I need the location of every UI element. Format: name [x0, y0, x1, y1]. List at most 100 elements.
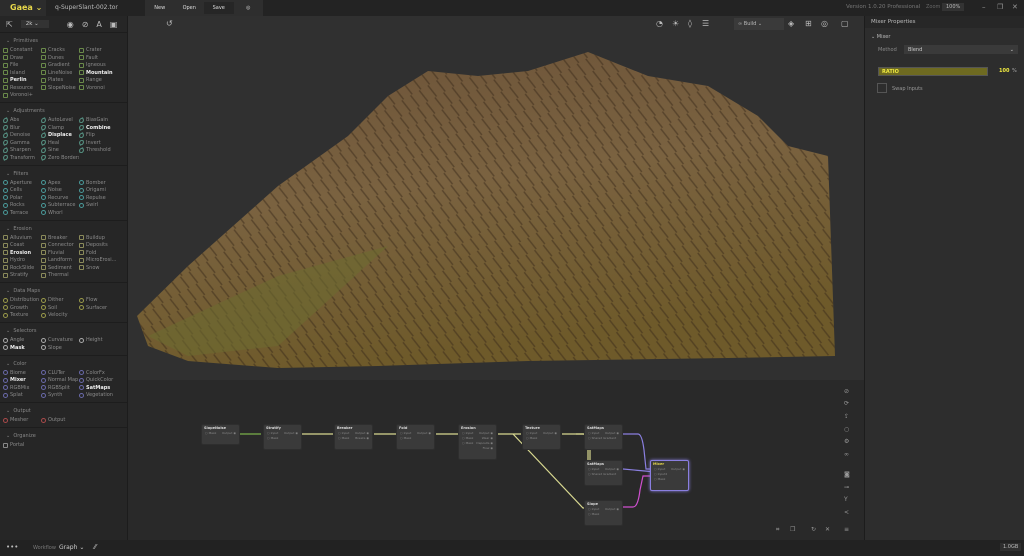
node-item[interactable]: Gradient — [41, 62, 79, 68]
close-icon[interactable]: ✕ — [1012, 3, 1018, 11]
node-item[interactable]: Rocks — [3, 202, 41, 208]
link-icon[interactable]: ∞ — [844, 451, 849, 458]
input-port[interactable]: ○ Mask — [526, 436, 537, 441]
node-item[interactable]: Landform — [41, 257, 79, 263]
node-item[interactable]: Voronoi+ — [3, 92, 41, 98]
node-item[interactable]: SlopeNoise — [41, 85, 79, 91]
node-item[interactable]: Thermal — [41, 272, 79, 278]
output-port[interactable]: Output ◉ — [543, 431, 557, 436]
node-item[interactable]: Splat — [3, 392, 41, 398]
node-item[interactable]: Blur — [3, 124, 41, 131]
node-item[interactable]: RGBMix — [3, 385, 41, 391]
section-header[interactable]: ⌄ Organize — [0, 431, 127, 442]
gear-icon[interactable]: ⚙ — [844, 438, 849, 445]
section-header[interactable]: ⌄ Primitives — [0, 36, 127, 47]
node-item[interactable]: Perlin — [3, 77, 41, 83]
eye-icon[interactable]: ◉ — [67, 20, 74, 29]
fit-view-icon[interactable]: ⌗ — [776, 526, 779, 534]
node-item[interactable]: Deposits — [79, 242, 123, 248]
node-item[interactable]: Mask — [3, 345, 41, 351]
node-item[interactable]: Voronoi — [79, 85, 123, 91]
graph-node-mixer[interactable]: Mixer ○ Input Output ◉ ○ Input2 ○ Mask — [650, 460, 689, 491]
copy-icon[interactable]: ❐ — [790, 526, 795, 533]
node-item[interactable]: Dunes — [41, 55, 79, 61]
grid-icon[interactable]: ⊞ — [805, 19, 812, 28]
layers-icon[interactable]: ☰ — [702, 19, 709, 28]
graph-node-erosion[interactable]: Erosion ○ Input Output ◉ ○ Mask Wear ◉ ○ Mask… — [458, 424, 497, 460]
node-item[interactable]: Curvature — [41, 337, 79, 343]
refresh-icon[interactable]: ⟳ — [844, 400, 849, 407]
sun-icon[interactable]: ☀ — [672, 19, 679, 28]
mixer-section-header[interactable]: ⌄ Mixer — [871, 34, 890, 40]
node-item[interactable]: Bomber — [79, 180, 123, 186]
frame-icon[interactable]: ▢ — [841, 19, 849, 28]
app-menu[interactable]: Gaea ⌄ — [0, 0, 46, 16]
node-item[interactable]: Sine — [41, 147, 79, 153]
code-icon[interactable]: ⁄⁄ — [94, 543, 96, 551]
section-header[interactable]: ⌄ Filters — [0, 169, 127, 180]
ratio-value[interactable]: 100 — [999, 68, 1009, 74]
node-item[interactable]: Vegetation — [79, 392, 123, 398]
graph-node-texture[interactable]: Texture ○ Input Output ◉ ○ Mask — [522, 424, 561, 450]
section-header[interactable]: ⌄ Data Maps — [0, 286, 127, 297]
input-port[interactable]: ○ Mask — [205, 431, 216, 436]
node-item[interactable]: Whorl — [41, 210, 79, 216]
graph-node-satmaps[interactable]: SatMaps ○ Input Output ◉ ○ Shared Gradient — [584, 460, 623, 486]
node-item[interactable]: Portal — [3, 442, 41, 448]
node-item[interactable]: Crater — [79, 47, 123, 53]
node-item[interactable]: Terrace — [3, 210, 41, 216]
graph-node-breaker[interactable]: Breaker ○ Input Output ◉ ○ Mask Breaks ◉ — [334, 424, 373, 450]
camera-icon[interactable]: ▣ — [110, 20, 118, 29]
node-item[interactable]: Texture — [3, 312, 41, 318]
node-item[interactable]: Slope — [41, 345, 79, 351]
node-item[interactable]: Displace — [41, 132, 79, 138]
node-item[interactable]: Aperture — [3, 180, 41, 186]
output-port[interactable]: Output ◉ — [605, 507, 619, 512]
node-item[interactable]: Mountain — [79, 70, 123, 76]
node-item[interactable]: Fold — [79, 250, 123, 256]
more-icon[interactable]: ••• — [6, 543, 18, 551]
section-header[interactable]: ⌄ Erosion — [0, 224, 127, 235]
node-item[interactable]: Recurve — [41, 195, 79, 201]
target-icon[interactable]: ◎ — [821, 19, 828, 28]
node-item[interactable]: SatMaps — [79, 385, 123, 391]
section-header[interactable]: ⌄ Adjustments — [0, 106, 127, 117]
node-item[interactable]: Constant — [3, 47, 41, 53]
node-item[interactable]: Zero Borders — [41, 154, 79, 161]
node-item[interactable]: BiasGain — [79, 117, 123, 123]
reload-icon[interactable]: ↻ — [811, 526, 816, 533]
save-options-icon[interactable]: ◎ — [234, 5, 264, 11]
menu-icon[interactable]: ≡ — [844, 526, 849, 533]
output-port[interactable]: Breaks ◉ — [355, 436, 369, 441]
node-item[interactable]: Snow — [79, 265, 123, 271]
save-button[interactable]: Save — [204, 2, 234, 14]
node-item[interactable]: ColorFx — [79, 370, 123, 376]
node-item[interactable]: AutoLevel — [41, 117, 79, 123]
node-item[interactable]: Swirl — [79, 202, 123, 208]
node-item[interactable]: Plates — [41, 77, 79, 83]
compass-icon[interactable]: ⊘ — [82, 20, 89, 29]
node-item[interactable]: Resource — [3, 85, 41, 91]
node-item[interactable]: Synth — [41, 392, 79, 398]
build-button[interactable]: ∞ Build ⌄ — [734, 18, 784, 30]
node-item[interactable]: Soil — [41, 305, 79, 311]
input-port[interactable]: ○ Mask — [400, 436, 411, 441]
zoom-select[interactable]: 100% — [942, 3, 965, 11]
node-item[interactable]: Coast — [3, 242, 41, 248]
graph-node-satmaps[interactable]: SatMaps ○ Input Output ◉ ○ Shared Gradient — [584, 424, 623, 450]
section-header[interactable]: ⌄ Color — [0, 359, 127, 370]
node-item[interactable]: Origami — [79, 187, 123, 193]
open-button[interactable]: Open — [175, 5, 205, 11]
swap-inputs-checkbox[interactable] — [877, 83, 887, 93]
method-select[interactable]: Blend ⌄ — [904, 45, 1018, 54]
node-item[interactable]: Cracks — [41, 47, 79, 53]
workflow-select[interactable]: Graph ⌄ — [59, 544, 84, 551]
node-item[interactable]: Surfacer — [79, 305, 123, 311]
circle-icon[interactable]: ○ — [844, 426, 849, 433]
input-port[interactable]: ○ Mask — [588, 512, 599, 517]
input-port[interactable]: ○ Shared Gradient — [588, 472, 616, 477]
node-item[interactable]: Hydro — [3, 257, 41, 263]
section-header[interactable]: ⌄ Selectors — [0, 326, 127, 337]
node-item[interactable]: Cells — [3, 187, 41, 193]
node-item[interactable]: Island — [3, 70, 41, 76]
